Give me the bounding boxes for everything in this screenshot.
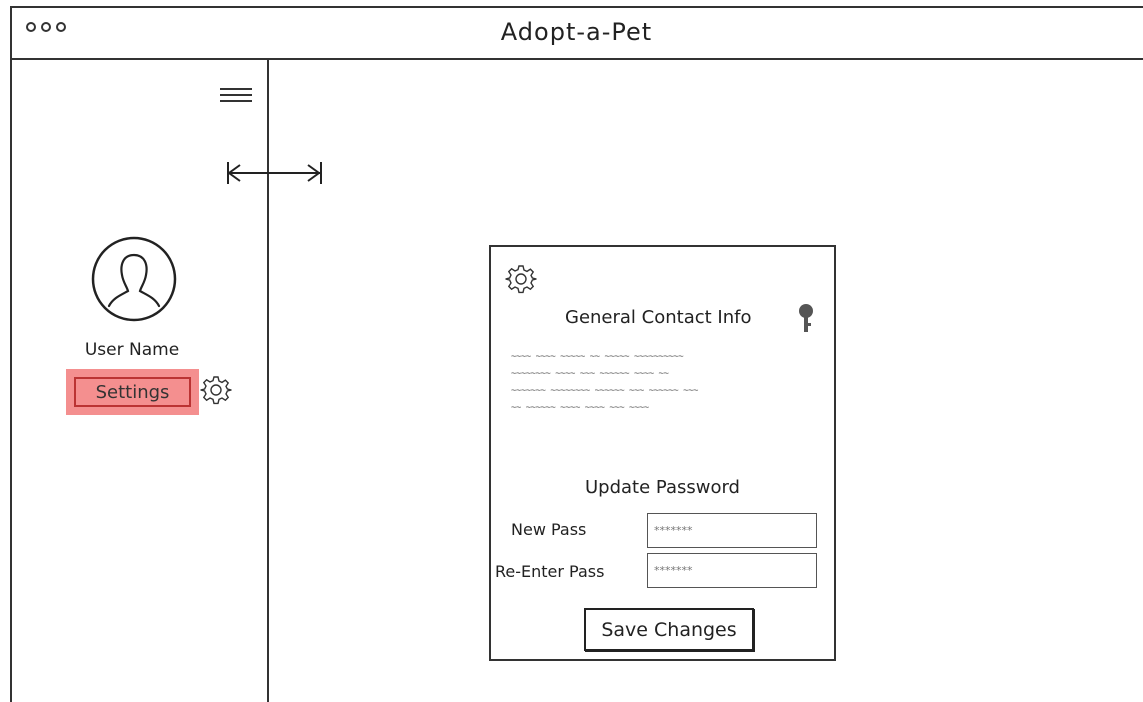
save-changes-button[interactable]: Save Changes: [584, 608, 754, 651]
contact-info-title: General Contact Info: [565, 307, 752, 328]
reenter-pass-label: Re-Enter Pass: [495, 562, 605, 581]
user-name: User Name: [84, 340, 180, 360]
new-pass-input[interactable]: [647, 513, 817, 548]
app-title: Adopt-a-Pet: [500, 18, 653, 46]
settings-label: Settings: [74, 377, 191, 407]
user-avatar-icon: [91, 236, 177, 322]
hamburger-menu-icon[interactable]: [220, 84, 252, 106]
sidebar: User Name Settings: [12, 60, 322, 702]
resize-handle-icon[interactable]: [224, 158, 324, 188]
contact-text-line: ~~~~~~~ ~~~~~~~~ ~~~~~~ ~~~ ~~~~~~ ~~~: [511, 386, 698, 396]
settings-button[interactable]: Settings: [66, 369, 199, 415]
contact-text-line: ~~ ~~~~~~ ~~~~ ~~~~ ~~~ ~~~~: [511, 403, 649, 413]
contact-text-line: ~~~~ ~~~~ ~~~~~ ~~ ~~~~~ ~~~~~~~~~~: [511, 352, 684, 362]
title-bar: Adopt-a-Pet: [10, 6, 1143, 60]
key-icon: [799, 304, 813, 332]
card-gear-icon: [505, 265, 537, 294]
new-pass-label: New Pass: [511, 520, 587, 539]
reenter-pass-input[interactable]: [647, 553, 817, 588]
contact-info-text: ~~~~ ~~~~ ~~~~~ ~~ ~~~~~ ~~~~~~~~~~ ~~~~…: [511, 349, 811, 417]
settings-card: General Contact Info ~~~~ ~~~~ ~~~~~ ~~ …: [489, 245, 836, 661]
gear-icon: [200, 376, 232, 405]
contact-text-line: ~~~~~~~~ ~~~~ ~~~ ~~~~~~ ~~~~ ~~: [511, 369, 669, 379]
update-password-title: Update Password: [585, 477, 740, 498]
